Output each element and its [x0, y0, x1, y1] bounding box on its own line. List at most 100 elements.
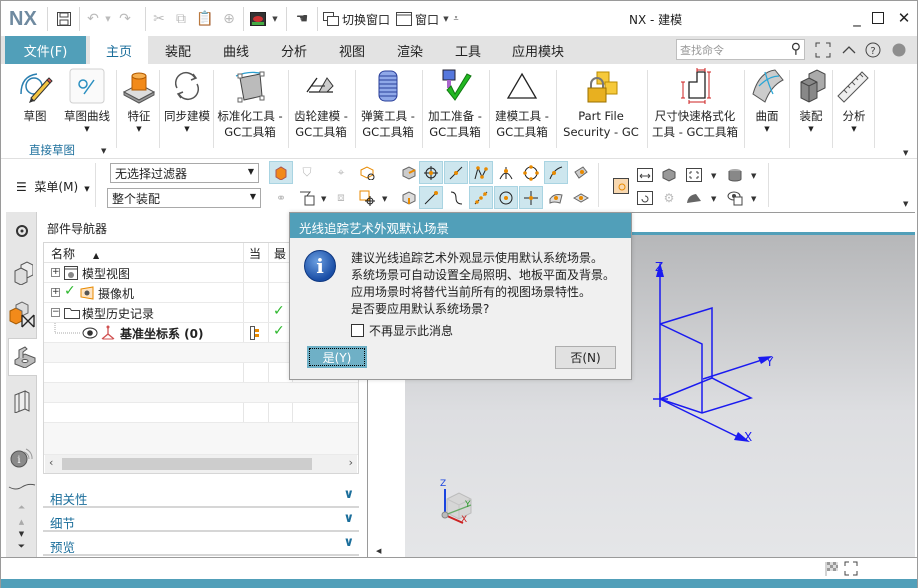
touch-mode-icon[interactable]: ☚: [291, 8, 313, 30]
select-tree-icon[interactable]: ⧈: [329, 186, 353, 209]
expand-icon[interactable]: +: [51, 268, 60, 277]
tab-assembly[interactable]: 装配: [151, 36, 205, 64]
cut-icon[interactable]: ✂: [149, 8, 169, 30]
chevron-down-icon[interactable]: ∨: [343, 535, 354, 550]
switch-window-button[interactable]: 切换窗口: [342, 11, 390, 28]
command-search-input[interactable]: 查找命令 ⚲: [676, 39, 805, 60]
snap-cross-icon[interactable]: [519, 186, 543, 209]
dropdown-arrow-icon[interactable]: ▼: [84, 124, 89, 134]
filter-reset-icon[interactable]: ⛉: [295, 161, 319, 184]
part-navigator-icon[interactable]: [8, 338, 40, 376]
scroll-bottom-icon[interactable]: ⏷: [6, 538, 37, 556]
collapse-left-icon[interactable]: ◀: [376, 547, 381, 555]
selection-filter-dropdown[interactable]: 无选择过滤器 ▼: [110, 163, 259, 183]
select-point-dropdown-icon[interactable]: ▼: [382, 195, 387, 203]
scroll-left-icon[interactable]: ‹: [49, 456, 53, 469]
snap-endpoint-icon[interactable]: [419, 186, 443, 209]
scroll-right-icon[interactable]: ›: [349, 456, 353, 469]
full-screen-icon[interactable]: [813, 40, 833, 60]
snap-arc-center-icon[interactable]: [494, 186, 518, 209]
dropdown-arrow-icon[interactable]: ▼: [764, 124, 769, 134]
view-fit-window-icon[interactable]: [609, 174, 633, 197]
select-face-icon[interactable]: [397, 161, 421, 184]
maximize-button[interactable]: [867, 7, 889, 29]
collapse-icon[interactable]: −: [51, 308, 60, 317]
part-file-security-button[interactable]: Part File Security - GC: [559, 68, 643, 140]
panel-details[interactable]: 细节 ∨: [43, 508, 359, 532]
paste-icon[interactable]: 📋: [195, 8, 215, 30]
snap-bounded-plane-icon[interactable]: [569, 186, 593, 209]
dropdown-arrow-icon[interactable]: ▼: [184, 124, 189, 134]
panel-dependencies[interactable]: 相关性 ∨: [43, 484, 359, 508]
orient-view-icon[interactable]: [682, 163, 706, 186]
render-style-view-icon[interactable]: [723, 163, 747, 186]
shaded-view-icon[interactable]: [657, 163, 681, 186]
minimize-button[interactable]: _: [846, 7, 868, 29]
close-button[interactable]: ✕: [893, 7, 915, 29]
dropdown-arrow-icon[interactable]: ▼: [136, 124, 141, 134]
chevron-down-icon[interactable]: ∨: [343, 511, 354, 526]
redo-icon[interactable]: ↷: [115, 8, 135, 30]
column-header-current[interactable]: 当: [249, 243, 261, 263]
dont-show-again-checkbox[interactable]: 不再显示此消息: [351, 322, 453, 339]
file-tab[interactable]: 文件(F): [5, 36, 86, 64]
hidden-objects-icon[interactable]: ⚙: [657, 186, 681, 209]
modeling-tools-button[interactable]: 建模工具 - GC工具箱: [491, 68, 553, 140]
dropdown-arrow-icon[interactable]: ▼: [808, 124, 813, 134]
render-style-icon[interactable]: [248, 8, 268, 30]
chevron-down-icon[interactable]: ∨: [343, 487, 354, 502]
gear-modeling-button[interactable]: 齿轮建模 - GC工具箱: [290, 68, 352, 140]
spring-tool-button[interactable]: 弹簧工具 - GC工具箱: [357, 68, 419, 140]
collapse-ribbon-icon[interactable]: [839, 40, 859, 60]
menu-button[interactable]: ☰ 菜单(M) ▼: [16, 178, 90, 195]
select-solid-icon[interactable]: [397, 186, 421, 209]
sketch-button[interactable]: 草图: [15, 68, 55, 124]
tab-render[interactable]: 渲染: [383, 36, 437, 64]
machining-prep-button[interactable]: 加工准备 - GC工具箱: [424, 68, 486, 140]
search-icon[interactable]: ⚲: [791, 41, 801, 57]
undo-dropdown-icon[interactable]: ▼: [103, 8, 113, 30]
window-icon[interactable]: [394, 8, 414, 30]
selection-flag-icon[interactable]: [825, 561, 839, 576]
yes-button[interactable]: 是(Y): [307, 346, 367, 368]
type-filter-icon[interactable]: [295, 186, 319, 209]
tab-analysis[interactable]: 分析: [267, 36, 321, 64]
orient-view-dropdown-icon[interactable]: ▼: [711, 172, 716, 180]
column-header-name[interactable]: 名称 ▲: [51, 243, 99, 263]
expand-icon[interactable]: +: [51, 288, 60, 297]
type-filter-dropdown-icon[interactable]: ▼: [321, 195, 326, 203]
sketch-curve-button[interactable]: 草图曲线 ▼: [61, 68, 113, 134]
tab-applications[interactable]: 应用模块: [501, 36, 575, 64]
column-header-latest[interactable]: 最: [274, 243, 286, 263]
select-in-group-icon[interactable]: ⌖: [329, 161, 353, 184]
feature-button[interactable]: 特征 ▼: [119, 68, 159, 134]
delete-icon[interactable]: ⊕: [219, 8, 239, 30]
help-icon[interactable]: ?: [863, 40, 883, 60]
dimension-quick-format-button[interactable]: 尺寸快速格式化 工具 - GC工具箱: [650, 68, 740, 140]
panel-preview[interactable]: 预览 ∨: [43, 532, 359, 556]
assembly-navigator-icon[interactable]: [6, 254, 37, 292]
snap-tangent-icon[interactable]: [444, 186, 468, 209]
snap-quadrant-icon[interactable]: [519, 161, 543, 184]
select-feature-icon[interactable]: [269, 161, 293, 184]
snap-face-point-icon[interactable]: [544, 186, 568, 209]
assembly-button[interactable]: 装配 ▼: [791, 68, 831, 134]
standardization-tool-button[interactable]: 标准化工具 - GC工具箱: [215, 68, 285, 140]
scrollbar-thumb[interactable]: [62, 458, 312, 470]
ribbon-options-dropdown-icon[interactable]: ▼: [903, 149, 908, 157]
dropdown-arrow-icon[interactable]: ▼: [851, 124, 856, 134]
select-link-icon[interactable]: ⚭: [269, 186, 293, 209]
full-screen-status-icon[interactable]: [844, 561, 858, 576]
settings-gear-icon[interactable]: [6, 212, 37, 250]
section-view-dropdown-icon[interactable]: ▼: [711, 195, 716, 203]
snap-center-icon[interactable]: [419, 161, 443, 184]
analysis-button[interactable]: 分析 ▼: [834, 68, 874, 134]
select-body-icon[interactable]: [355, 161, 379, 184]
render-style-dropdown-icon[interactable]: ▼: [270, 8, 280, 30]
snap-control-point-icon[interactable]: [469, 161, 493, 184]
fit-icon[interactable]: [633, 163, 657, 186]
no-button[interactable]: 否(N): [555, 346, 616, 369]
constraint-navigator-icon[interactable]: [6, 296, 37, 334]
snap-midpoint-icon[interactable]: [444, 161, 468, 184]
copy-icon[interactable]: ⧉: [171, 8, 191, 30]
